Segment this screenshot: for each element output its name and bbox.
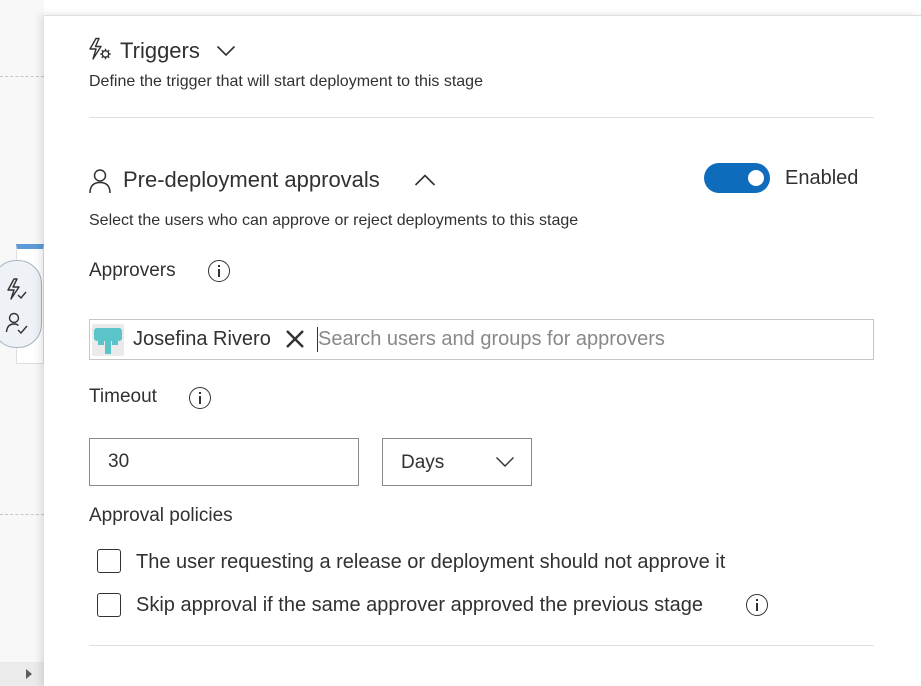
approvals-toggle[interactable] bbox=[704, 163, 770, 193]
bottom-bar bbox=[0, 662, 44, 686]
approvers-search-input[interactable] bbox=[318, 322, 868, 357]
person-icon bbox=[89, 169, 111, 194]
top-strip bbox=[0, 0, 921, 15]
approver-icon[interactable] bbox=[5, 311, 29, 335]
info-icon[interactable] bbox=[746, 594, 768, 616]
timeout-label: Timeout bbox=[89, 386, 157, 407]
trigger-gear-icon bbox=[89, 37, 111, 60]
chevron-down-icon[interactable] bbox=[216, 44, 236, 58]
toggle-label: Enabled bbox=[785, 167, 859, 189]
stage-conditions-pill[interactable] bbox=[0, 260, 42, 348]
toggle-knob bbox=[748, 170, 764, 186]
triggers-title[interactable]: Triggers bbox=[120, 38, 200, 64]
pipeline-background bbox=[0, 0, 44, 686]
policy-checkbox-requester[interactable] bbox=[97, 549, 121, 573]
approver-name: Josefina Rivero bbox=[133, 328, 271, 350]
avatar-icon bbox=[94, 327, 122, 354]
pipeline-connector bbox=[0, 76, 44, 77]
approver-persona[interactable]: Josefina Rivero bbox=[92, 322, 271, 357]
app-canvas: Triggers Define the trigger that will st… bbox=[0, 0, 921, 686]
timeout-unit-dropdown[interactable]: Days bbox=[382, 438, 532, 486]
policy-label-skip: Skip approval if the same approver appro… bbox=[136, 594, 704, 616]
policy-label-requester: The user requesting a release or deploym… bbox=[136, 551, 726, 573]
chevron-up-icon[interactable] bbox=[414, 173, 436, 187]
info-icon[interactable] bbox=[189, 387, 211, 409]
approval-policies-label: Approval policies bbox=[89, 505, 233, 526]
approvals-description: Select the users who can approve or reje… bbox=[89, 212, 579, 229]
section-divider bbox=[89, 117, 874, 118]
timeout-unit-value: Days bbox=[401, 452, 445, 473]
approvers-label: Approvers bbox=[89, 260, 176, 281]
triggers-description: Define the trigger that will start deplo… bbox=[89, 73, 483, 90]
pipeline-connector bbox=[0, 514, 44, 515]
policy-checkbox-skip[interactable] bbox=[97, 593, 121, 617]
trigger-icon[interactable] bbox=[5, 277, 27, 301]
approvals-title[interactable]: Pre-deployment approvals bbox=[123, 167, 380, 193]
timeout-value-input[interactable] bbox=[89, 438, 359, 486]
chevron-down-icon bbox=[496, 457, 514, 467]
section-divider bbox=[89, 645, 874, 646]
expand-arrow-icon[interactable] bbox=[26, 669, 32, 679]
avatar bbox=[92, 323, 124, 356]
info-icon[interactable] bbox=[208, 260, 230, 282]
remove-approver-icon[interactable] bbox=[284, 328, 306, 350]
